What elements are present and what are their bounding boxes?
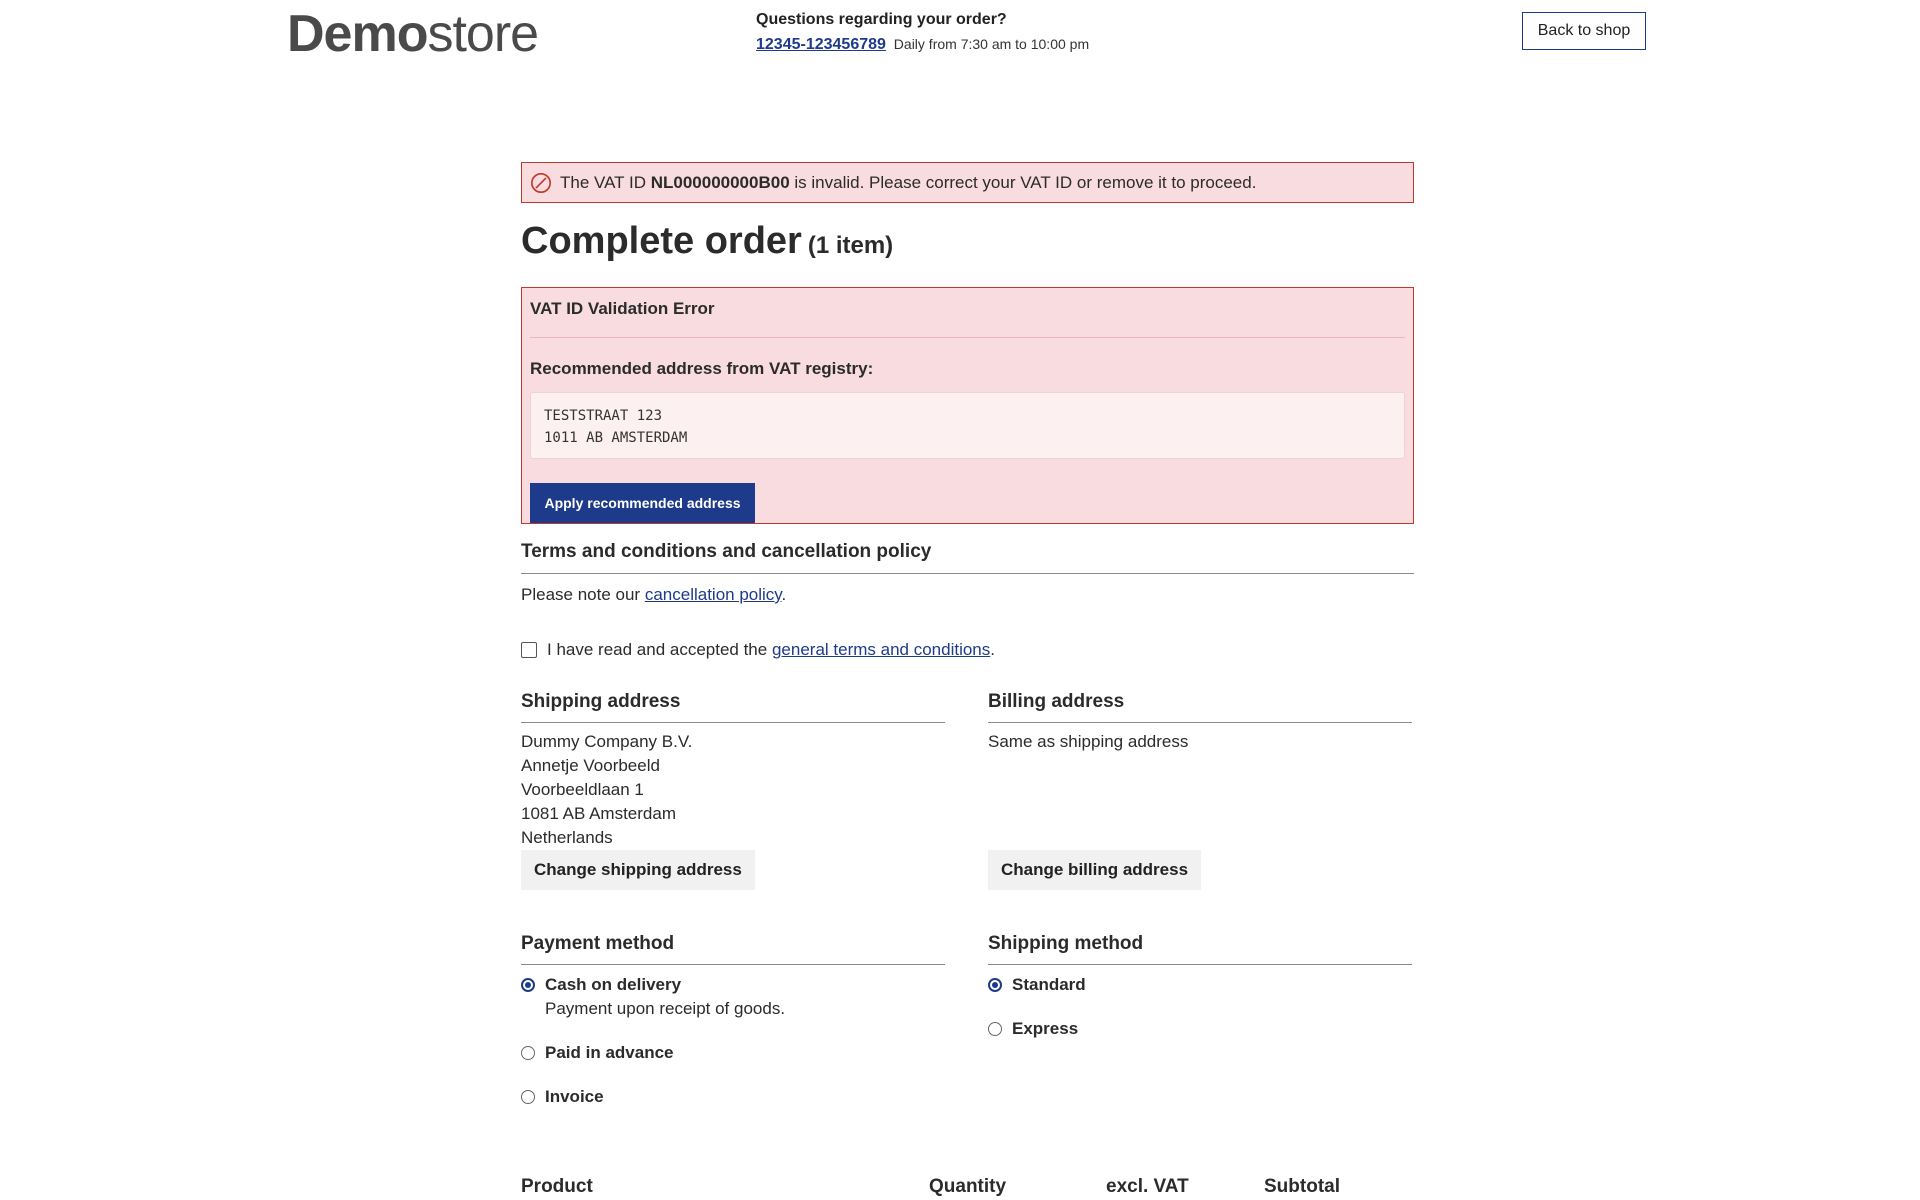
payment-option-desc: Payment upon receipt of goods. [545, 999, 786, 1018]
column-header-product: Product [521, 1176, 593, 1197]
radio-unselected[interactable] [521, 1090, 535, 1104]
shipping-method-title: Shipping method [988, 933, 1144, 954]
page-title-text: Complete order [521, 220, 802, 262]
help-phone-link[interactable]: 12345-123456789 [756, 36, 886, 53]
item-count: (1 item) [807, 232, 894, 259]
logo-bold: Demo [287, 5, 428, 63]
divider [521, 964, 945, 965]
divider [988, 722, 1412, 723]
shipping-address-lines: Dummy Company B.V. Annetje Voorbeeld Voo… [521, 730, 945, 850]
terms-check-suffix: . [990, 640, 995, 659]
general-terms-link[interactable]: general terms and conditions [772, 638, 990, 662]
shipping-address-line: Voorbeeldlaan 1 [521, 780, 644, 799]
payment-option-paid-in-advance[interactable]: Paid in advance [521, 1041, 945, 1065]
shipping-options: Standard Express [988, 973, 1412, 1041]
shipping-address-line: Annetje Voorbeeld [521, 756, 660, 775]
shipping-option-label: Standard [1012, 975, 1086, 994]
divider [521, 722, 945, 723]
payment-options: Cash on delivery Payment upon receipt of… [521, 973, 945, 1109]
change-billing-address-button[interactable]: Change billing address [988, 850, 1202, 890]
recommended-address-label: Recommended address from VAT registry: [530, 359, 874, 378]
divider [530, 337, 1405, 338]
payment-method-title: Payment method [521, 933, 675, 954]
shipping-address-line: 1081 AB Amsterdam [521, 804, 676, 823]
payment-option-label: Invoice [545, 1087, 604, 1106]
shipping-address-actions: Change shipping address [521, 850, 945, 890]
alert-suffix: is invalid. Please correct your VAT ID o… [794, 172, 1257, 192]
alert-prefix: The VAT ID [560, 172, 646, 192]
change-shipping-address-button[interactable]: Change shipping address [521, 850, 755, 890]
logo[interactable]: Demostore [287, 4, 539, 64]
help-question: Questions regarding your order? [756, 11, 1007, 28]
help-contact: Questions regarding your order? 12345-12… [756, 10, 1089, 55]
payment-option-invoice[interactable]: Invoice [521, 1085, 945, 1109]
column-header-quantity: Quantity [929, 1176, 1007, 1197]
shipping-address-title: Shipping address [521, 691, 681, 712]
radio-unselected[interactable] [521, 1046, 535, 1060]
vat-validation-box: VAT ID Validation Error Recommended addr… [521, 287, 1414, 524]
cancellation-policy-link[interactable]: cancellation policy [645, 585, 782, 604]
payment-option-label: Paid in advance [545, 1043, 674, 1062]
terms-section-title: Terms and conditions and cancellation po… [521, 541, 932, 562]
cancellation-note-prefix: Please note our [521, 585, 641, 604]
cancellation-note-suffix: . [781, 585, 787, 604]
terms-check-prefix: I have read and accepted the [547, 640, 768, 659]
apply-recommended-address-button[interactable]: Apply recommended address [530, 483, 755, 523]
terms-checkbox[interactable] [521, 642, 537, 658]
terms-acceptance: I have read and accepted the general ter… [521, 638, 1414, 662]
shipping-option-express[interactable]: Express [988, 1017, 1412, 1041]
billing-address-title: Billing address [988, 691, 1125, 712]
radio-unselected[interactable] [988, 1022, 1002, 1036]
cancellation-note: Please note our cancellation policy. [521, 583, 1414, 607]
shipping-address-line: Netherlands [521, 828, 613, 847]
shipping-option-label: Express [1012, 1019, 1079, 1038]
vat-box-title: VAT ID Validation Error [530, 299, 715, 318]
radio-selected[interactable] [988, 978, 1002, 992]
recommended-address: TESTSTRAAT 123 1011 AB AMSTERDAM [530, 392, 1405, 459]
billing-address-actions: Change billing address [988, 850, 1412, 890]
header: Demostore Questions regarding your order… [0, 0, 1920, 70]
alert-vat-id: NL000000000B00 [650, 172, 790, 192]
column-header-subtotal: Subtotal [1264, 1176, 1340, 1197]
shipping-address-line: Dummy Company B.V. [521, 732, 693, 751]
recommended-address-line2: 1011 AB AMSTERDAM [544, 430, 688, 446]
divider [521, 573, 1414, 574]
back-to-shop-button[interactable]: Back to shop [1522, 12, 1646, 50]
vat-error-alert: The VAT ID NL000000000B00 is invalid. Pl… [521, 162, 1414, 203]
billing-address-text: Same as shipping address [988, 732, 1189, 751]
radio-selected[interactable] [521, 978, 535, 992]
recommended-address-line1: TESTSTRAAT 123 [544, 408, 663, 424]
forbidden-icon [531, 172, 551, 193]
column-header-excl-vat: excl. VAT [1106, 1176, 1189, 1197]
divider [988, 964, 1412, 965]
payment-option-cash-on-delivery[interactable]: Cash on delivery Payment upon receipt of… [521, 973, 945, 1021]
help-hours: Daily from 7:30 am to 10:00 pm [893, 36, 1090, 52]
logo-light: store [427, 5, 539, 63]
shipping-option-standard[interactable]: Standard [988, 973, 1412, 997]
payment-option-label: Cash on delivery [545, 975, 682, 994]
page-title: Complete order (1 item) [521, 214, 1414, 273]
